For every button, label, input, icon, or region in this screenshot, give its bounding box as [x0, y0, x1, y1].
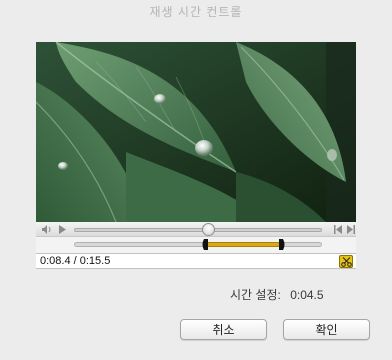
- playback-time-dialog: 재생 시간 컨트롤 0:08.4 / 0:15.5 시간 설정: 0:04.5 …: [0, 0, 392, 360]
- playback-controls: [36, 222, 356, 237]
- window-title: 재생 시간 컨트롤: [149, 4, 243, 19]
- ok-button[interactable]: 확인: [283, 319, 370, 340]
- trim-end-handle[interactable]: [278, 239, 286, 250]
- volume-icon[interactable]: [41, 224, 53, 235]
- playhead-knob[interactable]: [202, 223, 216, 236]
- duration-label: 시간 설정:: [230, 288, 281, 302]
- timecode-bar: 0:08.4 / 0:15.5: [36, 253, 356, 269]
- trim-button[interactable]: [339, 255, 353, 268]
- video-preview: [36, 42, 356, 222]
- trim-selection: [208, 242, 280, 247]
- title-bar[interactable]: 재생 시간 컨트롤: [0, 0, 392, 22]
- duration-value: 0:04.5: [290, 288, 324, 302]
- trim-controls: [36, 237, 356, 253]
- play-icon[interactable]: [56, 224, 68, 235]
- next-icon[interactable]: [344, 224, 356, 235]
- scissors-icon: [340, 256, 352, 267]
- video-still-image: [36, 42, 356, 222]
- duration-setting: 시간 설정: 0:04.5: [230, 286, 370, 302]
- timecode: 0:08.4 / 0:15.5: [40, 255, 111, 267]
- cancel-button[interactable]: 취소: [180, 319, 267, 340]
- scrubber-track[interactable]: [74, 228, 322, 232]
- trim-start-handle[interactable]: [201, 239, 209, 250]
